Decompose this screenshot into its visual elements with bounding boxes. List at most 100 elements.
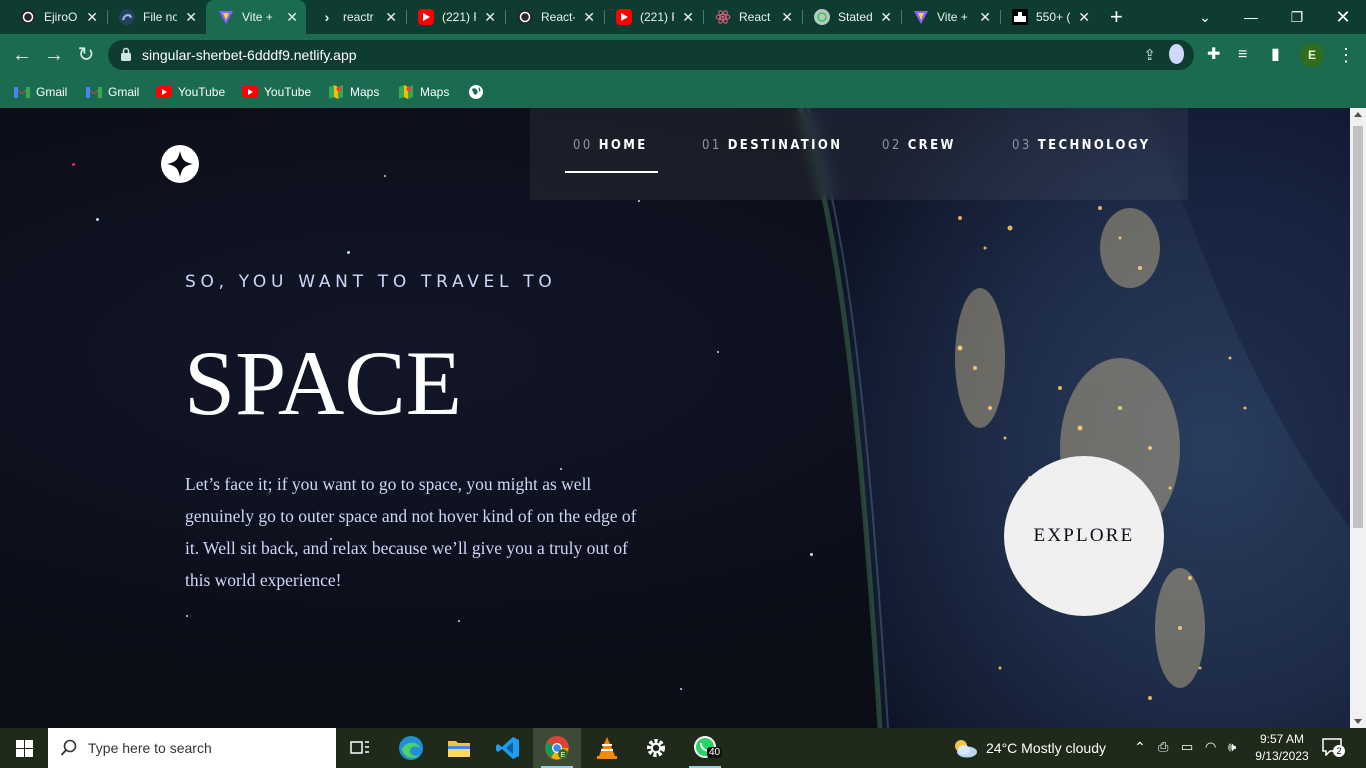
close-tab-icon[interactable]: ✕ xyxy=(1078,9,1090,25)
tab-title: Stated xyxy=(838,10,872,24)
notification-center-icon[interactable]: 2 xyxy=(1322,738,1345,757)
scroll-up-icon[interactable] xyxy=(1354,112,1362,117)
task-view-icon[interactable] xyxy=(336,728,384,768)
back-icon[interactable]: ← xyxy=(10,43,34,67)
bookmark-star-icon[interactable]: ☆ xyxy=(1168,44,1184,64)
scrollbar-thumb[interactable] xyxy=(1353,126,1363,528)
windows-start-button[interactable] xyxy=(0,728,48,768)
browser-tab[interactable]: (221) F ✕ xyxy=(406,0,504,34)
settings-gear-icon[interactable] xyxy=(632,728,680,768)
forward-icon[interactable]: → xyxy=(42,43,66,67)
maps-icon xyxy=(328,84,344,100)
nav-item-technology[interactable]: 03 TECHNOLOGY xyxy=(1012,138,1150,172)
windows-icon xyxy=(15,739,33,757)
vite-icon xyxy=(913,9,929,25)
browser-tab[interactable]: (221) F ✕ xyxy=(604,0,702,34)
nav-number: 00 xyxy=(573,138,593,153)
hero-eyebrow: SO, YOU WANT TO TRAVEL TO xyxy=(185,272,557,292)
menu-icon[interactable]: ⋮ xyxy=(1337,43,1355,67)
tab-title: React | xyxy=(739,10,773,24)
close-tab-icon[interactable]: ✕ xyxy=(880,9,892,25)
browser-tab[interactable]: 550+ ( ✕ xyxy=(1000,0,1098,34)
nav-item-crew[interactable]: 02 CREW xyxy=(882,138,956,172)
extensions-icon[interactable]: ✚ xyxy=(1207,43,1220,67)
meet-now-icon[interactable]: ⎙ xyxy=(1158,739,1168,755)
tab-title: (221) F xyxy=(640,10,674,24)
clock-date: 9/13/2023 xyxy=(1255,749,1309,763)
browser-tab[interactable]: File no ✕ xyxy=(107,0,205,34)
close-tab-icon[interactable]: ✕ xyxy=(185,9,197,25)
file-explorer-icon[interactable] xyxy=(435,728,483,768)
bookmark-label: YouTube xyxy=(178,85,226,99)
reload-icon[interactable]: ↻ xyxy=(74,43,98,67)
profile-avatar[interactable]: E xyxy=(1300,43,1324,67)
browser-tab[interactable]: React | ✕ xyxy=(703,0,801,34)
tab-strip: EjiroO ✕ File no ✕ Vite + ✕ › reactr ✕ (… xyxy=(0,0,1366,34)
bookmark-gmail[interactable]: Gmail xyxy=(14,82,67,102)
close-tab-icon[interactable]: ✕ xyxy=(979,9,991,25)
tab-title: File no xyxy=(143,10,177,24)
explore-button[interactable]: EXPLORE xyxy=(1004,456,1164,616)
chevron-up-icon[interactable]: ⌃ xyxy=(1134,739,1146,756)
chrome-icon[interactable]: E xyxy=(533,728,581,768)
close-tab-icon[interactable]: ✕ xyxy=(86,9,98,25)
vite-icon xyxy=(218,9,234,25)
close-tab-icon[interactable]: ✕ xyxy=(385,9,397,25)
search-icon xyxy=(60,739,77,756)
bookmark-maps[interactable]: Maps xyxy=(328,82,379,102)
bookmark-label: Maps xyxy=(420,85,450,99)
minimize-button[interactable]: — xyxy=(1228,0,1274,34)
page-scrollbar[interactable] xyxy=(1350,108,1366,728)
battery-icon[interactable]: ▭ xyxy=(1181,739,1193,755)
weather-widget[interactable]: 24°C Mostly cloudy xyxy=(952,728,1106,768)
nav-label: CREW xyxy=(907,138,956,153)
taskbar-search[interactable]: Type here to search xyxy=(48,728,336,768)
close-tab-icon[interactable]: ✕ xyxy=(781,9,793,25)
nav-number: 02 xyxy=(882,138,902,153)
edge-icon[interactable] xyxy=(387,728,435,768)
browser-tab[interactable]: Stated ✕ xyxy=(802,0,900,34)
wifi-icon[interactable]: ◠ xyxy=(1205,739,1216,755)
bookmark-youtube[interactable]: YouTube xyxy=(156,82,225,102)
system-clock[interactable]: 9:57 AM 9/13/2023 xyxy=(1252,731,1312,765)
github-icon xyxy=(20,9,36,25)
close-tab-icon[interactable]: ✕ xyxy=(583,9,595,25)
site-logo[interactable] xyxy=(161,145,199,183)
tab-title: Vite + xyxy=(937,10,968,24)
github-icon xyxy=(517,9,533,25)
whatsapp-icon[interactable]: 40 xyxy=(681,728,729,768)
close-window-button[interactable]: ✕ xyxy=(1320,0,1366,34)
bookmark-maps[interactable]: Maps xyxy=(398,82,449,102)
side-panel-icon[interactable]: ▮ xyxy=(1271,43,1280,67)
close-tab-icon[interactable]: ✕ xyxy=(484,9,496,25)
search-placeholder: Type here to search xyxy=(88,740,212,756)
media-control-icon[interactable]: ≡ xyxy=(1238,43,1247,67)
nav-item-destination[interactable]: 01 DESTINATION xyxy=(702,138,842,172)
browser-tab[interactable]: › reactr ✕ xyxy=(307,0,405,34)
chatgpt-icon xyxy=(814,9,830,25)
tab-search-icon[interactable]: ⌄ xyxy=(1182,0,1228,34)
lock-icon[interactable] xyxy=(120,47,132,61)
browser-tab[interactable]: Vite + ✕ xyxy=(901,0,999,34)
nav-number: 03 xyxy=(1012,138,1032,153)
close-tab-icon[interactable]: ✕ xyxy=(682,9,694,25)
nav-item-home[interactable]: 00 HOME xyxy=(565,138,658,173)
vscode-icon[interactable] xyxy=(484,728,532,768)
browser-tab-active[interactable]: Vite + ✕ xyxy=(206,0,306,34)
url-text[interactable]: singular-sherbet-6dddf9.netlify.app xyxy=(142,47,357,63)
volume-icon[interactable]: 🕪 xyxy=(1228,739,1236,755)
scroll-down-icon[interactable] xyxy=(1354,719,1362,724)
omnibox[interactable]: singular-sherbet-6dddf9.netlify.app ⇪ ☆ xyxy=(108,40,1194,70)
tab-title: Vite + xyxy=(242,10,273,24)
bookmark-gmail[interactable]: Gmail xyxy=(86,82,139,102)
bookmark-youtube[interactable]: YouTube xyxy=(242,82,311,102)
edge-file-icon xyxy=(119,9,135,25)
browser-tab[interactable]: EjiroO ✕ xyxy=(8,0,106,34)
bookmark-globe[interactable] xyxy=(468,82,490,102)
new-tab-button[interactable]: + xyxy=(1110,4,1123,30)
browser-tab[interactable]: React- ✕ xyxy=(505,0,603,34)
share-icon[interactable]: ⇪ xyxy=(1143,46,1156,64)
vlc-icon[interactable] xyxy=(583,728,631,768)
close-tab-icon[interactable]: ✕ xyxy=(286,9,298,25)
restore-button[interactable]: ❐ xyxy=(1274,0,1320,34)
